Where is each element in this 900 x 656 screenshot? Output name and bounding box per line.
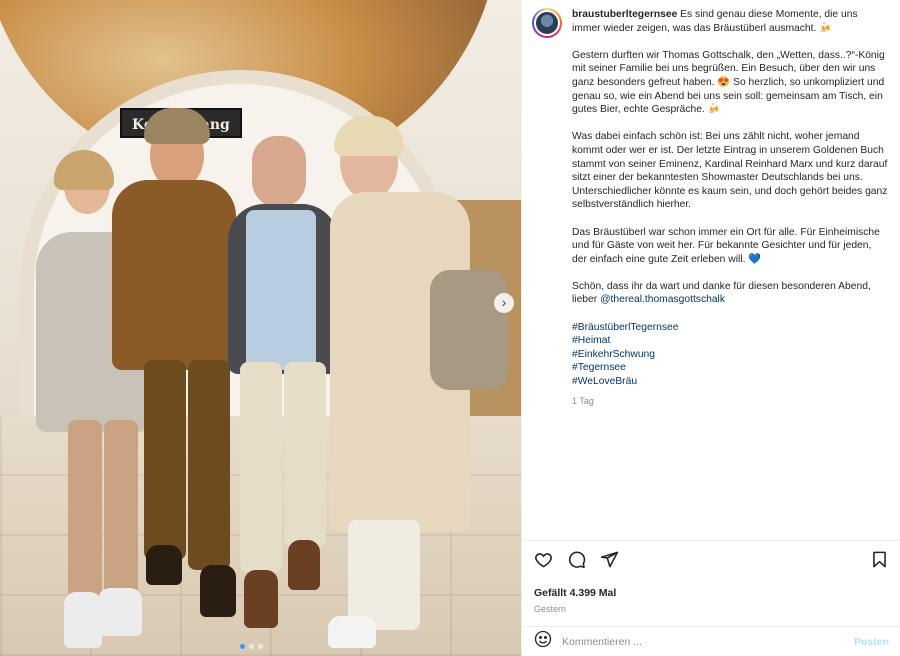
post-photo[interactable]: Kei… …gang	[0, 0, 521, 656]
hashtag-list: #BräustüberlTegernsee #Heimat #EinkehrSc…	[572, 321, 889, 389]
mention-link[interactable]: @thereal.thomasgottschalk	[600, 294, 725, 305]
emoji-icon[interactable]	[534, 630, 552, 653]
hashtag-link[interactable]: #Tegernsee	[572, 361, 889, 375]
post-side-panel: braustuberltegernsee Es sind genau diese…	[521, 0, 900, 656]
caption-paragraph-3: Was dabei einfach schön ist: Bei uns zäh…	[572, 131, 888, 211]
comment-input[interactable]	[562, 635, 844, 648]
hashtag-link[interactable]: #EinkehrSchwung	[572, 348, 889, 362]
caption-text: braustuberltegernsee Es sind genau diese…	[572, 8, 889, 408]
time-ago: 1 Tag	[572, 395, 594, 406]
avatar[interactable]	[532, 8, 562, 38]
heart-icon[interactable]	[534, 550, 553, 574]
share-icon[interactable]	[600, 550, 619, 574]
caption-paragraph-4: Das Bräustüberl war schon immer ein Ort …	[572, 226, 880, 265]
hashtag-link[interactable]: #BräustüberlTegernsee	[572, 321, 889, 335]
comment-icon[interactable]	[567, 550, 586, 574]
chevron-right-icon: ›	[501, 294, 507, 310]
likes-count[interactable]: Gefällt 4.399 Mal	[534, 587, 889, 599]
hashtag-link[interactable]: #Heimat	[572, 334, 889, 348]
carousel-dots	[240, 644, 263, 649]
post-comment-button[interactable]: Posten	[854, 636, 889, 648]
caption-paragraph-2: Gestern durften wir Thomas Gottschalk, d…	[572, 49, 885, 116]
next-image-button[interactable]: ›	[494, 293, 514, 313]
post-date: Gestern	[534, 604, 567, 614]
comment-bar: Posten	[522, 626, 900, 656]
username-link[interactable]: braustuberltegernsee	[572, 9, 677, 20]
bookmark-icon[interactable]	[870, 550, 889, 574]
caption-area: braustuberltegernsee Es sind genau diese…	[522, 0, 900, 540]
post-actions: Gefällt 4.399 Mal Gestern	[522, 540, 900, 630]
hashtag-link[interactable]: #WeLoveBräu	[572, 375, 889, 389]
